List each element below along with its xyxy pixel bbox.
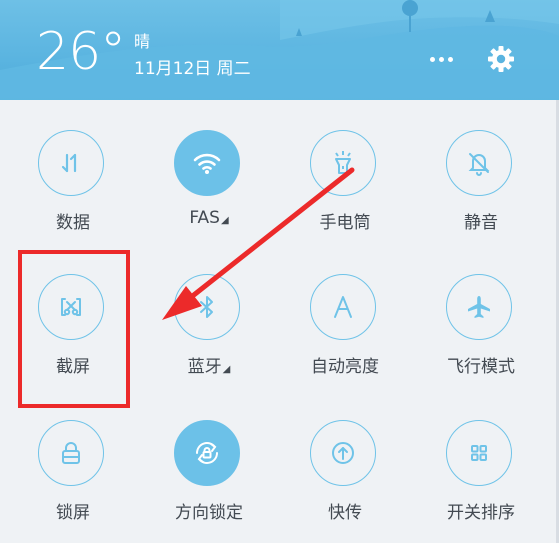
tile-label: 数据 [56, 213, 90, 233]
tile-auto-brightness[interactable]: 自动亮度 [290, 274, 400, 394]
airplane-icon [446, 274, 512, 340]
tile-toggle-sort[interactable]: 开关排序 [426, 420, 536, 540]
mobile-data-icon [38, 130, 104, 196]
tile-mobile-data[interactable]: 数据 [18, 130, 128, 250]
date-display: 11月12日 周二 [134, 59, 251, 79]
tile-label: 快传 [328, 503, 362, 523]
weather-condition: 晴 [134, 32, 151, 51]
wifi-icon [174, 130, 240, 196]
tile-mute[interactable]: 静音 [426, 130, 536, 250]
dropdown-triangle-icon: ◢ [220, 215, 229, 226]
tile-quick-transfer[interactable]: 快传 [290, 420, 400, 540]
bell-muted-icon [446, 130, 512, 196]
tile-lock-screen[interactable]: 锁屏 [18, 420, 128, 540]
tile-label: FAS◢ [144, 208, 274, 228]
tile-airplane-mode[interactable]: 飞行模式 [426, 274, 536, 394]
grid-sort-icon [446, 420, 512, 486]
wifi-network-name: FAS [189, 208, 220, 228]
tile-label: 飞行模式 [447, 357, 515, 377]
tile-rotation-lock[interactable]: 方向锁定 [154, 420, 264, 540]
tile-flashlight[interactable]: 手电筒 [290, 130, 400, 250]
tile-bluetooth[interactable]: 蓝牙◢ [154, 274, 264, 394]
tile-label: 手电筒 [319, 213, 371, 233]
status-header: 26° 晴 11月12日 周二 [0, 0, 559, 100]
dropdown-triangle-icon: ◢ [222, 364, 231, 375]
tile-label: 方向锁定 [175, 503, 243, 523]
tile-label: 开关排序 [447, 503, 515, 523]
bluetooth-label: 蓝牙 [187, 357, 222, 377]
lock-icon [38, 420, 104, 486]
rotation-lock-icon [174, 420, 240, 486]
tile-label: 蓝牙◢ [144, 352, 274, 377]
quick-transfer-icon [310, 420, 376, 486]
annotation-highlight-box [18, 250, 130, 408]
tile-label: 自动亮度 [311, 357, 379, 377]
tile-label: 静音 [464, 213, 498, 233]
flashlight-icon [310, 130, 376, 196]
temperature-display: 26° [36, 22, 126, 82]
more-dots-icon[interactable] [424, 46, 458, 72]
gear-icon[interactable] [484, 42, 518, 76]
tile-label: 锁屏 [56, 503, 90, 523]
bluetooth-icon [174, 274, 240, 340]
auto-brightness-icon [310, 274, 376, 340]
tile-wifi[interactable]: FAS◢ [154, 130, 264, 250]
